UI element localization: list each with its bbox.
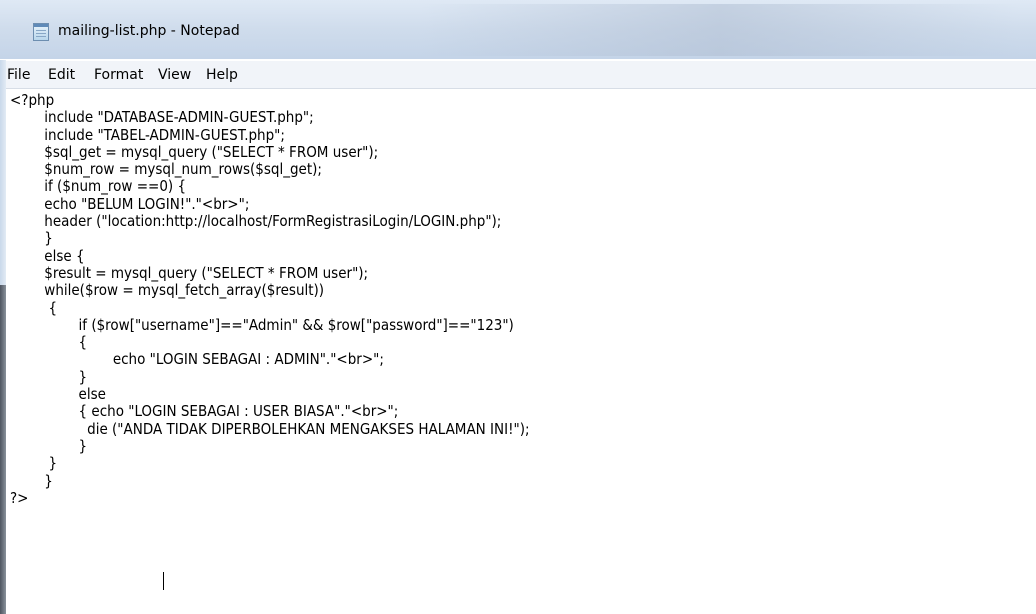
code-line: include "DATABASE-ADMIN-GUEST.php"; — [10, 108, 314, 127]
menu-format[interactable]: Format — [94, 67, 143, 83]
code-line: ?> — [10, 488, 29, 507]
code-line: $num_row = mysql_num_rows($sql_get); — [10, 160, 322, 179]
code-line: } — [10, 454, 58, 473]
notepad-icon[interactable] — [33, 23, 49, 41]
notepad-window: mailing-list.php - Notepad File Edit For… — [0, 0, 1036, 614]
code-line: $result = mysql_query ("SELECT * FROM us… — [10, 263, 369, 282]
code-line: die ("ANDA TIDAK DIPERBOLEHKAN MENGAKSES… — [10, 419, 530, 438]
code-line: echo "BELUM LOGIN!"."<br>"; — [10, 194, 250, 213]
menu-edit[interactable]: Edit — [48, 67, 75, 83]
window-title: mailing-list.php - Notepad — [58, 23, 240, 39]
code-line: } — [10, 436, 88, 455]
code-line: { — [10, 333, 88, 352]
code-line: echo "LOGIN SEBAGAI : ADMIN"."<br>"; — [10, 350, 384, 369]
code-line: if ($num_row ==0) { — [10, 177, 187, 196]
text-editor[interactable]: <?php include "DATABASE-ADMIN-GUEST.php"… — [6, 89, 1036, 614]
code-line: } — [10, 471, 53, 490]
code-line: else { — [10, 246, 85, 265]
code-line: if ($row["username"]=="Admin" && $row["p… — [10, 315, 514, 334]
code-line: else — [10, 385, 106, 404]
menu-bar: File Edit Format View Help — [6, 60, 1036, 89]
menu-view[interactable]: View — [158, 67, 191, 83]
title-bar[interactable]: mailing-list.php - Notepad — [0, 0, 1036, 59]
code-line: $sql_get = mysql_query ("SELECT * FROM u… — [10, 142, 379, 161]
title-bar-glass — [420, 4, 1020, 56]
menu-help[interactable]: Help — [206, 67, 238, 83]
code-line: <?php — [10, 91, 55, 109]
code-line: while($row = mysql_fetch_array($result)) — [10, 281, 325, 300]
code-line: } — [10, 367, 88, 386]
code-text[interactable]: <?php include "DATABASE-ADMIN-GUEST.php"… — [10, 91, 530, 507]
code-line: } — [10, 229, 53, 248]
code-line: { — [10, 298, 58, 317]
text-cursor — [163, 572, 164, 590]
menu-file[interactable]: File — [7, 67, 30, 83]
code-line: header ("location:http://localhost/FormR… — [10, 212, 502, 231]
code-line: include "TABEL-ADMIN-GUEST.php"; — [10, 125, 285, 144]
code-line: { echo "LOGIN SEBAGAI : USER BIASA"."<br… — [10, 402, 399, 421]
